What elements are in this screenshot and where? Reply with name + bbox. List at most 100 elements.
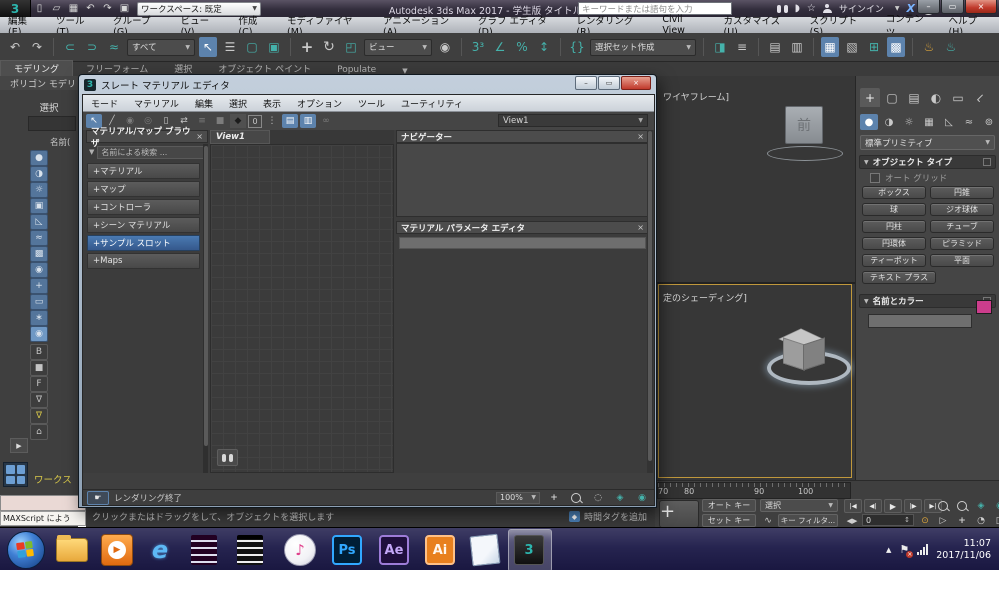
editor-menu-utilities[interactable]: ユーティリティ [393,97,471,110]
object-color-swatch[interactable] [976,300,992,314]
select-and-rotate-icon[interactable]: ↻ [320,37,338,57]
material-editor-icon[interactable]: ⊞ [865,37,883,57]
expand-panel-icon[interactable]: ▶ [10,438,28,453]
taskbar-media-player[interactable]: ▶ [100,533,134,567]
tray-expand-icon[interactable]: ▲ [886,546,891,554]
display-helpers-icon[interactable]: ◺ [30,214,48,230]
angle-snap-icon[interactable]: ∠ [491,37,509,57]
tab-create-icon[interactable]: + [860,88,880,107]
render-setup-icon[interactable]: ♨ [920,37,938,57]
snap-toggle-3d-icon[interactable]: 3³ [469,37,487,57]
mirror-icon[interactable]: ◨ [711,37,729,57]
navigator-close-icon[interactable]: × [637,132,644,141]
next-frame-icon[interactable]: |▶ [904,499,922,513]
button-torus[interactable]: 円環体 [862,237,926,250]
unlink-selection-icon[interactable]: ⊃ [83,37,101,57]
editor-pan-hand-icon[interactable]: ☛ [87,491,109,505]
show-maps-icon[interactable]: ◆ [230,114,246,128]
taskbar-after-effects[interactable]: Ae [377,533,411,567]
create-cameras-icon[interactable]: ▦ [920,114,938,130]
taskbar-explorer[interactable] [55,533,89,567]
sort-icon[interactable]: ⋮ [264,114,280,128]
show-background-icon[interactable]: ■ [212,114,228,128]
add-time-tag[interactable]: ◆ 時間タグを追加 [569,510,647,523]
schematic-view-icon[interactable]: ▧ [843,37,861,57]
pan-view-icon[interactable]: + [954,514,970,527]
editor-zoom-icon[interactable] [568,491,584,504]
display-lights-icon[interactable]: ☼ [30,182,48,198]
display-space-warps-icon[interactable]: ≈ [30,230,48,246]
display-bones-icon[interactable]: + [30,278,48,294]
browser-scrollbar[interactable] [203,144,208,473]
workspace-tab-label[interactable]: ワークス [34,472,72,486]
editor-zoom-extents-selected-icon[interactable]: ◉ [634,491,650,504]
start-button[interactable] [7,531,45,569]
field-of-view-icon[interactable]: ▷ [935,514,951,527]
parameter-editor-close-icon[interactable]: × [637,223,644,232]
editor-menu-view[interactable]: 表示 [255,97,289,110]
button-pyramid[interactable]: ピラミッド [930,237,994,250]
editor-maximize-button[interactable]: ▭ [598,76,620,90]
editor-menu-modes[interactable]: モード [83,97,126,110]
hide-unused-nodeslots-icon[interactable]: ≡ [194,114,210,128]
button-teapot[interactable]: ティーポット [862,254,926,267]
window-crossing-icon[interactable]: ▣ [265,37,283,57]
layout-all-vertical-icon[interactable]: ▤ [282,114,298,128]
use-center-icon[interactable]: ◉ [436,37,454,57]
tab-hierarchy-icon[interactable]: ▤ [904,88,924,107]
object-type-rollout-header[interactable]: ▼ オブジェクト タイプ [859,155,996,169]
select-object-icon[interactable]: ↖ [199,37,217,57]
set-key-button[interactable]: セット キー [702,514,756,527]
button-sphere[interactable]: 球 [862,203,926,216]
object-name-field[interactable] [868,314,972,328]
key-filters-button[interactable]: キー フィルタ... [778,514,838,527]
editor-vertical-scrollbar[interactable] [647,130,653,473]
button-textplus[interactable]: テキスト プラス [862,271,936,284]
undo-icon[interactable]: ↶ [6,37,24,57]
create-space-warps-icon[interactable]: ≈ [960,114,978,130]
network-signal-icon[interactable] [917,544,928,555]
taskbar-3d-builder[interactable] [468,533,502,567]
filter-active-icon[interactable]: ∇ [30,408,48,424]
viewcube-front[interactable]: 前 [785,106,823,144]
container-icon[interactable]: ⌂ [30,424,48,440]
category-sample-slots[interactable]: +サンプル スロット [87,235,200,251]
tab-utilities-icon[interactable]: ⌐ [966,84,994,112]
layout-children-icon[interactable]: ▥ [300,114,316,128]
button-tube[interactable]: チューブ [930,220,994,233]
viewport-active-perspective[interactable]: 定のシェーディング] [658,284,852,478]
button-geosphere[interactable]: ジオ球体 [930,203,994,216]
taskbar-movie-maker[interactable] [187,533,221,567]
go-to-start-icon[interactable]: |◀ [844,499,862,513]
play-icon[interactable]: ▶ [884,499,902,513]
select-by-name-icon[interactable]: ☰ [221,37,239,57]
reference-coordinate-dropdown[interactable]: ビュー ▼ [364,39,432,56]
render-production-icon[interactable]: ♨ [942,37,960,57]
ribbon-tab-modeling[interactable]: モデリング [0,60,73,76]
named-selection-sets-icon[interactable]: {} [568,37,586,57]
button-box[interactable]: ボックス [862,186,926,199]
taskbar-itunes[interactable]: ♪ [283,533,317,567]
maxscript-mini-listener[interactable] [0,495,86,511]
keyable-filter-dropdown[interactable]: 選択 ▼ [760,499,838,512]
display-hidden-eye-icon[interactable]: ◉ [30,326,48,342]
bind-space-warp-icon[interactable]: ≈ [105,37,123,57]
create-geometry-icon[interactable]: ● [860,114,878,130]
rectangular-selection-region-icon[interactable]: ▢ [243,37,261,57]
editor-zoom-region-icon[interactable]: ◌ [590,491,606,504]
zoom-icon[interactable] [935,499,951,512]
display-geometry-icon[interactable]: ● [30,150,48,166]
sort-by-frozen-icon[interactable]: F [30,376,48,392]
slate-material-editor-icon[interactable]: ▩ [887,37,905,57]
zoom-extents-all-icon[interactable]: ◉ [992,499,999,512]
taskbar-3dsmax-active[interactable]: 3 [512,533,546,567]
editor-zoom-extents-icon[interactable]: ◈ [612,491,628,504]
editor-menu-edit[interactable]: 編集 [187,97,221,110]
tab-modify-icon[interactable]: ▢ [882,88,902,107]
zoom-extents-icon[interactable]: ◈ [973,499,989,512]
time-slider-ruler[interactable]: 70 80 90 100 [657,482,851,499]
viewcube-compass-ring[interactable] [767,146,843,161]
select-and-scale-icon[interactable]: ◰ [342,37,360,57]
create-lights-icon[interactable]: ☼ [900,114,918,130]
time-configuration-icon[interactable]: ⊙ [917,514,933,527]
